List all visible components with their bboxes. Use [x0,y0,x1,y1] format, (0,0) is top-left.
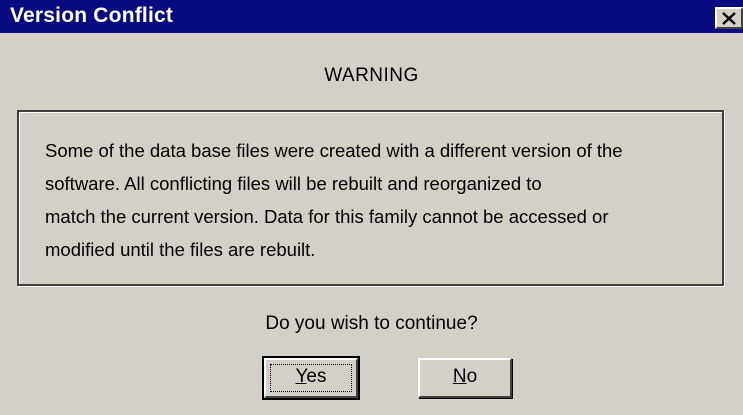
window-title: Version Conflict [10,4,174,27]
no-button[interactable]: No [418,358,512,398]
yes-button-label: Yes [295,366,326,387]
close-button[interactable] [715,7,743,29]
continue-question: Do you wish to continue? [265,313,478,334]
no-button-label: No [453,366,477,387]
no-label-rest: o [466,366,478,387]
warning-heading: WARNING [324,65,419,86]
message-frame: Some of the data base files were created… [17,110,724,286]
title-bar[interactable]: Version Conflict [0,0,743,33]
no-mnemonic: N [452,366,467,387]
yes-mnemonic: Y [295,366,307,387]
version-conflict-dialog: Version Conflict WARNING Some of the dat… [0,0,743,415]
close-icon [722,12,736,25]
warning-message: Some of the data base files were created… [45,140,623,260]
yes-button[interactable]: Yes [262,356,360,400]
yes-label-rest: es [306,366,327,387]
